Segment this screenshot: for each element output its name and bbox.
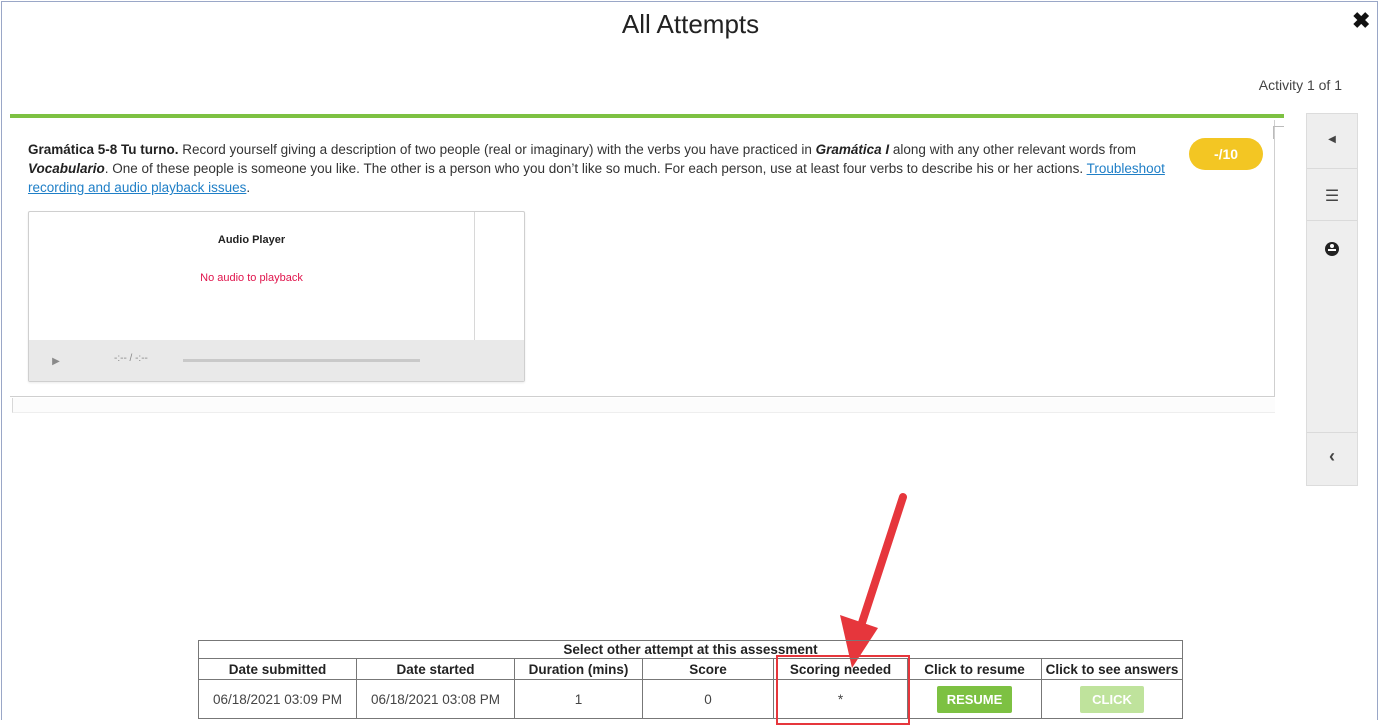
question-heading: Gramática 5-8 Tu turno. <box>28 142 179 157</box>
play-icon[interactable]: ▶ <box>29 340 83 381</box>
question-prompt: Gramática 5-8 Tu turno. Record yourself … <box>28 140 1178 197</box>
column-header: Duration (mins) <box>514 658 643 680</box>
column-header: Date started <box>356 658 515 680</box>
chevron-left-icon[interactable]: ‹ <box>1307 446 1357 467</box>
score-badge: -/10 <box>1189 138 1263 170</box>
page-title: All Attempts <box>621 9 760 39</box>
panel-bottom-strip <box>12 398 1275 413</box>
prompt-text: . <box>246 180 251 195</box>
table-caption: Select other attempt at this assessment <box>198 640 1183 659</box>
audio-player-divider <box>474 212 475 340</box>
answers-cell: CLICK <box>1041 679 1183 719</box>
annotation-highlight-box <box>776 655 910 725</box>
rail-divider <box>1307 168 1357 169</box>
duration-cell: 1 <box>514 679 643 719</box>
audio-progress-track[interactable] <box>183 359 420 362</box>
column-header: Click to resume <box>907 658 1042 680</box>
activity-counter: Activity 1 of 1 <box>1258 77 1342 93</box>
progress-accent-bar <box>10 114 1284 118</box>
attempts-table: Select other attempt at this assessment … <box>198 640 1183 719</box>
prompt-emphasis: Gramática I <box>815 142 890 157</box>
triangle-left-icon[interactable]: ◀ <box>1307 134 1357 145</box>
table-row[interactable]: 06/18/2021 03:09 PM 06/18/2021 03:08 PM … <box>198 679 1183 719</box>
audio-controls: ▶ -:-- / -:-- <box>29 340 524 381</box>
audio-player: Audio Player No audio to playback ▶ -:--… <box>28 211 525 382</box>
see-answers-button[interactable]: CLICK <box>1080 685 1144 713</box>
rail-divider <box>1307 220 1357 221</box>
column-header: Click to see answers <box>1041 658 1183 680</box>
rail-divider <box>1307 432 1357 433</box>
menu-icon[interactable]: ☰ <box>1307 186 1357 206</box>
prompt-text: . One of these people is someone you lik… <box>104 161 1087 176</box>
accessibility-icon[interactable] <box>1307 242 1357 261</box>
column-header: Score <box>642 658 774 680</box>
date-started-cell: 06/18/2021 03:08 PM <box>356 679 515 719</box>
resume-button[interactable]: RESUME <box>936 685 1013 713</box>
date-submitted-cell: 06/18/2021 03:09 PM <box>198 679 357 719</box>
audio-player-title: Audio Player <box>217 234 286 246</box>
prompt-text: along with any other relevant words from <box>889 142 1137 157</box>
audio-player-message: No audio to playback <box>200 272 303 284</box>
resume-cell: RESUME <box>907 679 1042 719</box>
audio-time: -:-- / -:-- <box>114 353 148 364</box>
prompt-emphasis: Vocabulario <box>28 161 105 176</box>
panel-corner <box>1273 126 1284 139</box>
prompt-text: Record yourself giving a description of … <box>178 142 816 157</box>
column-header: Date submitted <box>198 658 357 680</box>
score-cell: 0 <box>642 679 774 719</box>
right-rail: ◀ ☰ ‹ <box>1306 113 1358 486</box>
close-icon[interactable]: ✖ <box>1352 10 1370 32</box>
